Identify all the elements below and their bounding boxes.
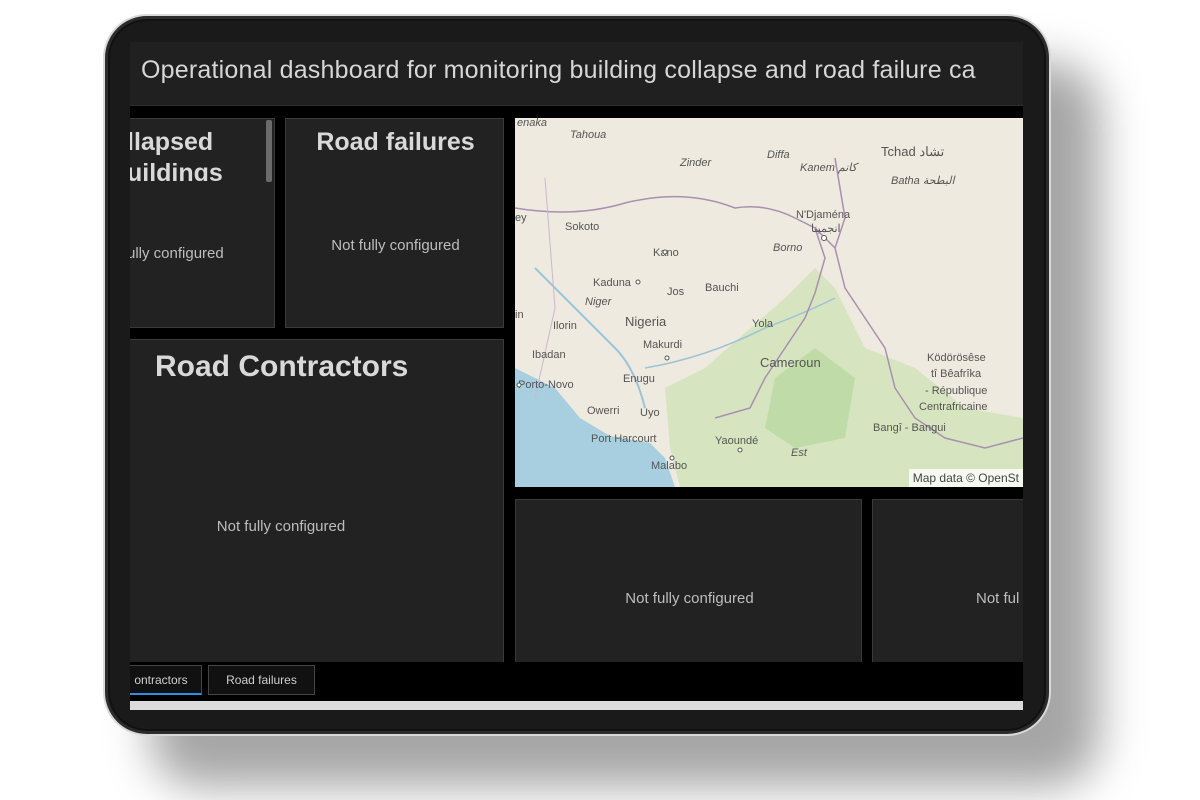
- map-label-ilorin: Ilorin: [553, 320, 577, 332]
- map-label-car-4: Centrafricaine: [919, 401, 987, 413]
- city-marker-yaounde: [737, 447, 743, 453]
- map-label-yaounde: Yaoundé: [715, 435, 758, 447]
- border-niger-nigeria: [515, 195, 796, 219]
- map-label-in: in: [515, 309, 524, 321]
- map-label-cameroun: Cameroun: [760, 355, 821, 370]
- dashboard-title: Operational dashboard for monitoring bui…: [141, 56, 976, 84]
- collapsed-buildings-title-line1: llapsed: [130, 128, 214, 156]
- map-label-owerri: Owerri: [587, 405, 619, 417]
- map-label-tchad: Tchad تشاد: [881, 144, 945, 159]
- map-label-porto-novo: Porto-Novo: [518, 379, 574, 391]
- bottom-right-status: Not ful: [976, 590, 1020, 607]
- map-label-ibadan: Ibadan: [532, 349, 566, 361]
- map-label-malabo: Malabo: [651, 460, 687, 472]
- map-label-car-3: - République: [925, 385, 987, 397]
- map-label-nigeria: Nigeria: [625, 314, 667, 329]
- collapsed-buildings-status: ully configured: [130, 245, 224, 262]
- collapsed-buildings-panel[interactable]: llapsed uildings ully configured: [130, 118, 275, 328]
- city-marker-malabo: [669, 455, 675, 461]
- city-marker-ndjamena: [821, 235, 827, 241]
- panel-tab-bar: ontractors Road failures: [130, 662, 1023, 702]
- road-failures-panel[interactable]: Road failures Not fully configured: [285, 118, 504, 328]
- map-label-car-1: Ködörösêse: [927, 352, 986, 364]
- map-label-ndjamena-ar: انجمينا: [811, 223, 841, 235]
- map-view[interactable]: enaka Tahoua Zinder Diffa Kanem كانم Tch…: [515, 118, 1023, 487]
- map-label-uyo: Uyo: [640, 407, 660, 419]
- map-label-port-harcourt: Port Harcourt: [591, 433, 656, 445]
- map-label-diffa: Diffa: [767, 149, 790, 161]
- road-contractors-panel[interactable]: Road Contractors Not fully configured: [130, 339, 504, 666]
- road-contractors-title: Road Contractors: [155, 350, 409, 383]
- map-label-est: Est: [791, 447, 808, 459]
- dashboard-screen: Operational dashboard for monitoring bui…: [130, 42, 1023, 710]
- city-marker-kaduna: [635, 279, 641, 285]
- map-label-enugu: Enugu: [623, 373, 655, 385]
- map-label-bangui: Bangî - Bangui: [873, 422, 946, 434]
- collapsed-buildings-title-line2: uildings: [130, 159, 223, 181]
- map-label-enaka: enaka: [517, 118, 547, 129]
- map-label-jos: Jos: [667, 286, 685, 298]
- map-label-ndjamena: N'Djaména: [796, 209, 851, 221]
- map-label-batha: Batha البطحة: [891, 175, 957, 187]
- city-marker-kano: [662, 249, 668, 255]
- map-label-makurdi: Makurdi: [643, 339, 682, 351]
- map-label-sokoto: Sokoto: [565, 221, 599, 233]
- city-marker-makurdi: [664, 355, 670, 361]
- panel-scrollbar[interactable]: [266, 120, 272, 182]
- map-label-borno: Borno: [773, 242, 802, 254]
- dashboard-header: Operational dashboard for monitoring bui…: [130, 42, 1023, 106]
- road-failures-status: Not fully configured: [331, 237, 460, 254]
- map-canvas[interactable]: enaka Tahoua Zinder Diffa Kanem كانم Tch…: [515, 118, 1023, 487]
- map-label-yola: Yola: [752, 318, 774, 330]
- tab-road-contractors[interactable]: ontractors: [130, 665, 202, 695]
- map-label-ey: ey: [515, 212, 527, 224]
- map-label-kanem: Kanem كانم: [800, 162, 860, 174]
- map-label-tahoua: Tahoua: [570, 129, 606, 141]
- bottom-bezel-strip: [130, 701, 1023, 710]
- tab-road-failures[interactable]: Road failures: [208, 665, 315, 695]
- map-label-car-2: tî Bêafrîka: [931, 368, 982, 380]
- map-label-bauchi: Bauchi: [705, 282, 739, 294]
- map-attribution[interactable]: Map data © OpenSt: [908, 469, 1023, 487]
- road-failures-title: Road failures: [316, 128, 475, 156]
- map-label-niger-state: Niger: [585, 296, 613, 308]
- city-marker-porto-novo: [516, 382, 522, 388]
- road-contractors-status: Not fully configured: [216, 518, 346, 535]
- bottom-middle-status: Not fully configured: [625, 590, 754, 607]
- map-label-kaduna: Kaduna: [593, 277, 632, 289]
- map-label-zinder: Zinder: [679, 157, 713, 169]
